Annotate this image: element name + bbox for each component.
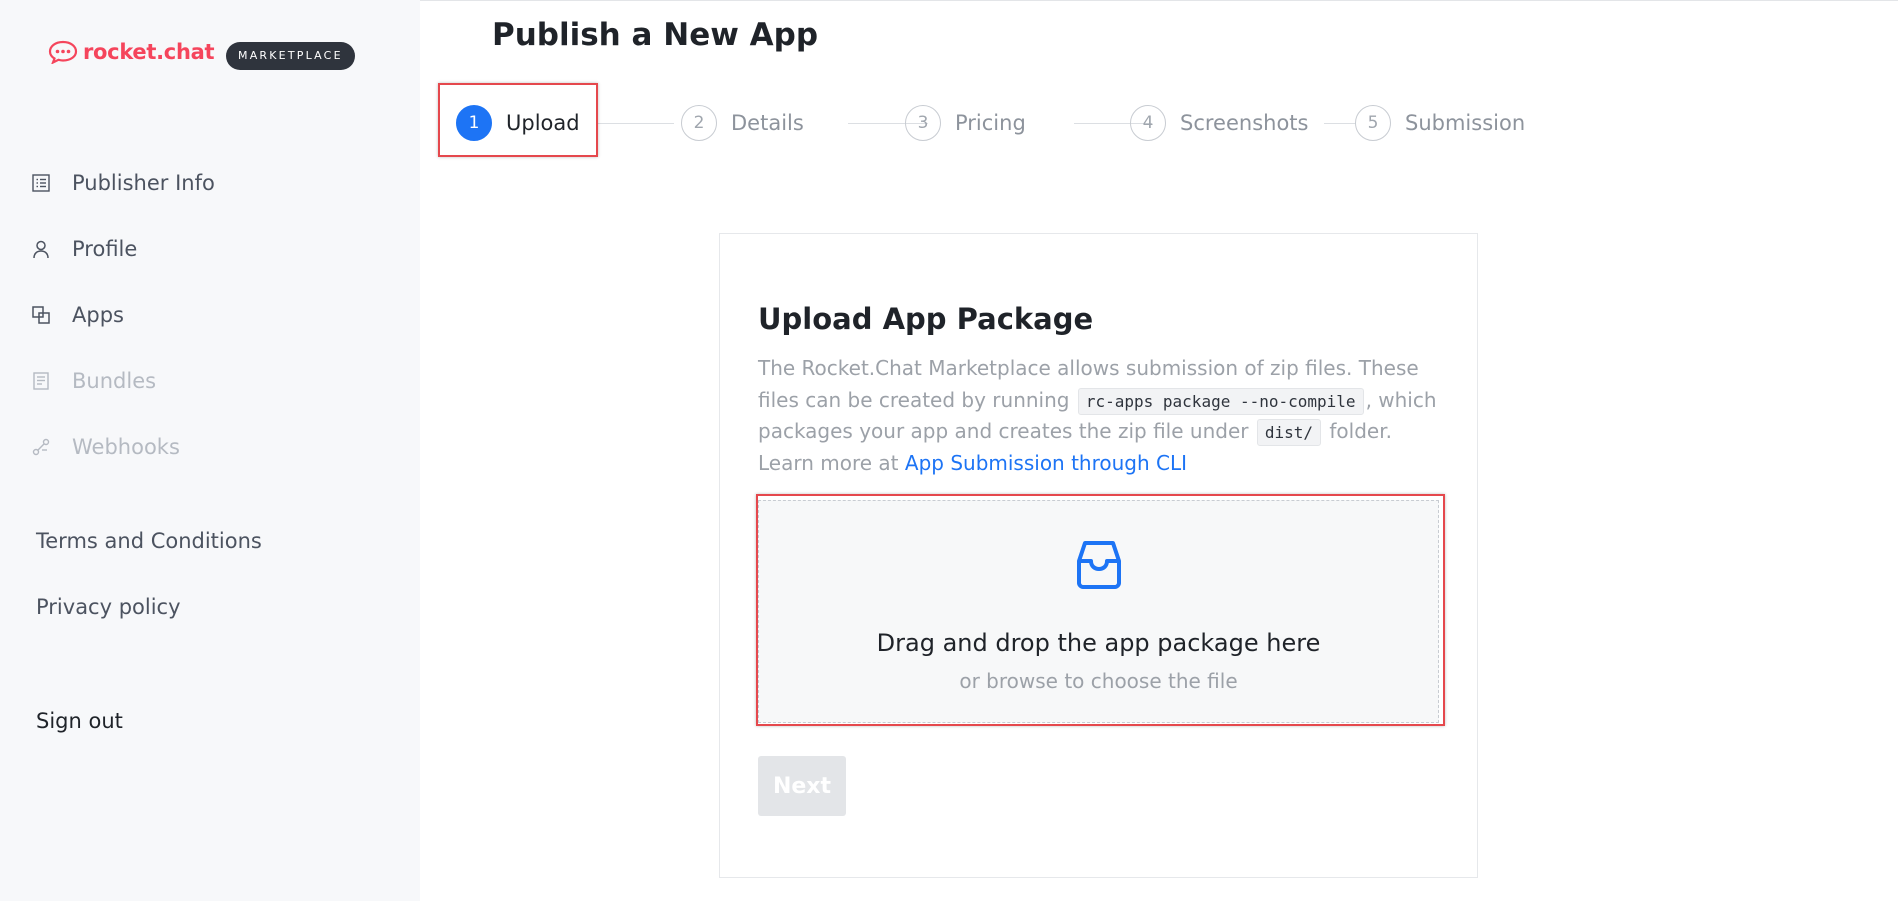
upload-description: The Rocket.Chat Marketplace allows submi… (758, 353, 1448, 479)
bundle-icon (30, 370, 52, 392)
step-number: 4 (1130, 105, 1166, 141)
desc-text: folder. (1329, 419, 1392, 443)
brand-name: rocket.chat (83, 40, 215, 64)
sidebar-item-label: Webhooks (72, 435, 180, 459)
cli-docs-link[interactable]: App Submission through CLI (905, 451, 1187, 475)
step-details[interactable]: 2 Details (681, 105, 804, 141)
step-number: 1 (456, 105, 492, 141)
marketplace-badge: MARKETPLACE (226, 42, 355, 70)
page-title: Publish a New App (492, 17, 819, 53)
sidebar-item-apps[interactable]: Apps (0, 282, 420, 348)
apps-icon (30, 304, 52, 326)
list-icon (30, 172, 52, 194)
sidebar-item-label: Apps (72, 303, 124, 327)
step-label: Pricing (955, 111, 1026, 135)
step-number: 3 (905, 105, 941, 141)
sidebar-item-publisher-info[interactable]: Publisher Info (0, 150, 420, 216)
sidebar-nav: Publisher Info Profile Apps Bundles Webh… (0, 150, 420, 480)
step-connector (598, 123, 674, 124)
user-icon (30, 238, 52, 260)
step-submission[interactable]: 5 Submission (1355, 105, 1525, 141)
sidebar-item-label: Bundles (72, 369, 157, 393)
inbox-icon (1069, 533, 1129, 597)
upload-card: Upload App Package The Rocket.Chat Marke… (719, 233, 1478, 878)
sidebar-item-webhooks[interactable]: Webhooks (0, 414, 420, 480)
code-snippet: dist/ (1256, 419, 1321, 446)
step-pricing[interactable]: 3 Pricing (905, 105, 1026, 141)
sign-out-button[interactable]: Sign out (36, 700, 123, 742)
step-connector (1324, 123, 1356, 124)
step-screenshots[interactable]: 4 Screenshots (1130, 105, 1308, 141)
step-upload[interactable]: 1 Upload (456, 105, 580, 141)
code-snippet: rc-apps package --no-compile (1077, 387, 1364, 415)
step-number: 2 (681, 105, 717, 141)
sidebar-item-label: Publisher Info (72, 171, 215, 195)
footer-links: Terms and Conditions Privacy policy (36, 508, 262, 640)
sidebar-item-bundles[interactable]: Bundles (0, 348, 420, 414)
step-label: Submission (1405, 111, 1526, 135)
webhook-icon (30, 436, 52, 458)
step-label: Upload (506, 111, 580, 135)
privacy-link[interactable]: Privacy policy (36, 574, 262, 640)
browse-file-link[interactable]: or browse to choose the file (759, 669, 1438, 693)
next-button[interactable]: Next (758, 756, 846, 816)
step-number: 5 (1355, 105, 1391, 141)
terms-link[interactable]: Terms and Conditions (36, 508, 262, 574)
step-label: Screenshots (1180, 111, 1309, 135)
card-title: Upload App Package (758, 302, 1094, 336)
brand-logo[interactable]: rocket.chat (48, 40, 215, 64)
file-dropzone[interactable]: Drag and drop the app package here or br… (758, 500, 1439, 723)
rocket-chat-icon (48, 40, 78, 64)
learn-more-text: Learn more at (758, 450, 899, 475)
step-label: Details (731, 111, 804, 135)
sidebar-item-profile[interactable]: Profile (0, 216, 420, 282)
dropzone-title: Drag and drop the app package here (876, 629, 1321, 657)
sidebar: rocket.chat MARKETPLACE Publisher Info P… (0, 0, 420, 901)
sidebar-item-label: Profile (72, 237, 138, 261)
stepper: 1 Upload 2 Details 3 Pricing 4 Screensho… (456, 87, 1756, 157)
